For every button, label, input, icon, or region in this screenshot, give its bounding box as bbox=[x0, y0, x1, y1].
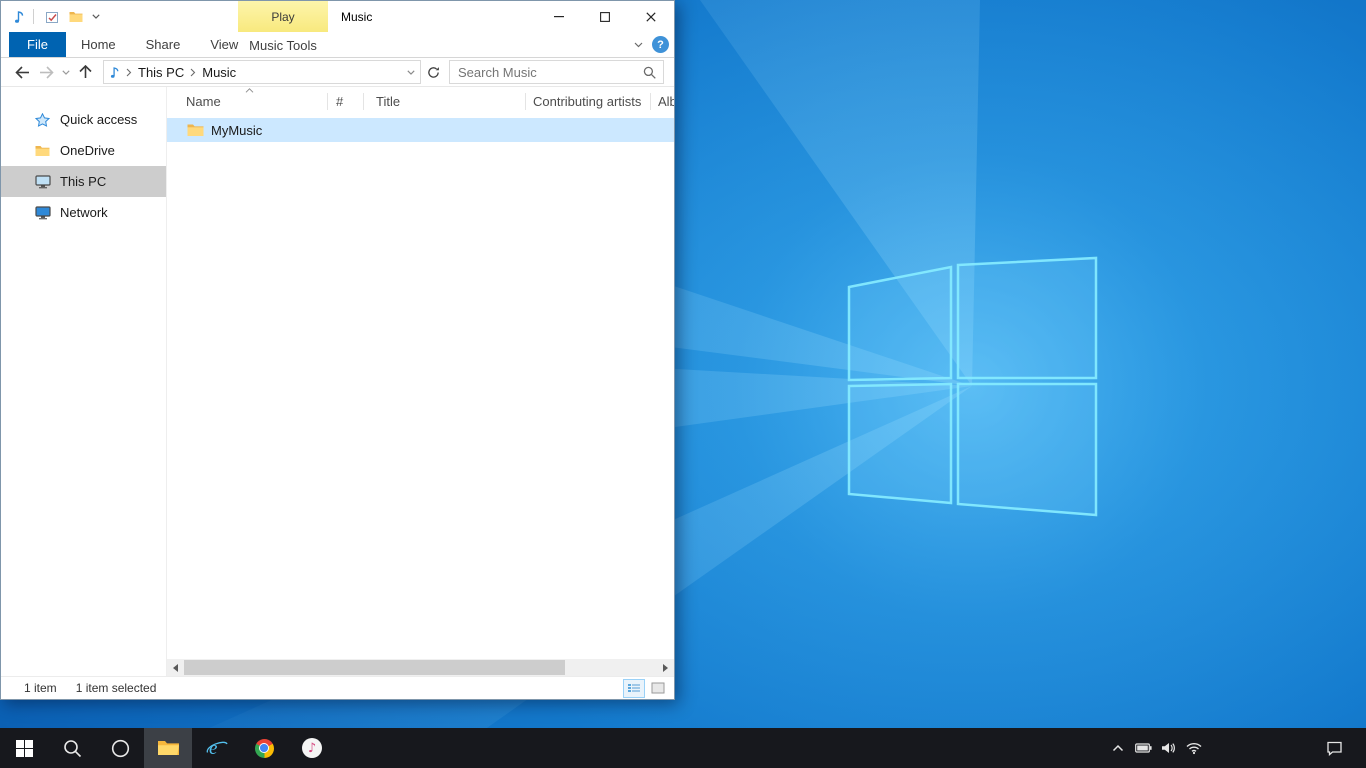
new-folder-button[interactable] bbox=[64, 4, 88, 30]
sidebar-item-network[interactable]: Network bbox=[1, 197, 166, 228]
speaker-icon[interactable] bbox=[1156, 728, 1180, 768]
qat-dropdown-button[interactable] bbox=[88, 4, 103, 30]
caption-buttons bbox=[536, 1, 674, 32]
column-header-contributing-artists[interactable]: Contributing artists bbox=[526, 93, 651, 110]
breadcrumb-music[interactable]: Music bbox=[198, 65, 240, 80]
wifi-icon[interactable] bbox=[1180, 728, 1208, 768]
column-header-name[interactable]: Name bbox=[167, 93, 328, 110]
quick-access-star-icon bbox=[34, 113, 51, 127]
sidebar-item-label: This PC bbox=[60, 174, 106, 189]
sidebar-item-label: Quick access bbox=[60, 112, 137, 127]
action-center-icon[interactable] bbox=[1312, 728, 1356, 768]
internet-explorer-button[interactable]: e bbox=[192, 728, 240, 768]
file-explorer-window: Play Music File Home Share View Music To bbox=[0, 0, 675, 700]
taskbar-file-explorer-button[interactable] bbox=[144, 728, 192, 768]
address-bar[interactable]: This PC Music bbox=[103, 60, 421, 84]
up-button[interactable] bbox=[73, 60, 97, 84]
item-count: 1 item bbox=[24, 681, 57, 695]
cortana-circle-icon bbox=[111, 739, 130, 758]
onedrive-folder-icon bbox=[34, 145, 51, 157]
file-row-mymusic[interactable]: MyMusic bbox=[167, 118, 674, 142]
search-input[interactable] bbox=[450, 65, 635, 80]
itunes-button[interactable]: ♪ bbox=[288, 728, 336, 768]
internet-explorer-icon: e bbox=[205, 737, 228, 759]
battery-icon[interactable] bbox=[1130, 728, 1156, 768]
file-name: MyMusic bbox=[211, 123, 262, 138]
address-dropdown-button[interactable] bbox=[402, 61, 420, 83]
help-button[interactable]: ? bbox=[652, 36, 669, 53]
address-music-icon bbox=[104, 66, 124, 79]
horizontal-scrollbar[interactable] bbox=[167, 659, 674, 676]
explorer-main: Quick access OneDrive This PC bbox=[1, 87, 674, 676]
refresh-button[interactable] bbox=[422, 60, 444, 84]
tray-chevron-up-icon[interactable] bbox=[1106, 728, 1130, 768]
taskbar-search-button[interactable] bbox=[48, 728, 96, 768]
tab-file[interactable]: File bbox=[9, 32, 66, 57]
back-button[interactable] bbox=[10, 60, 34, 84]
search-icon[interactable] bbox=[635, 61, 663, 83]
breadcrumb-this-pc[interactable]: This PC bbox=[134, 65, 188, 80]
itunes-music-note-icon: ♪ bbox=[302, 738, 322, 758]
file-list-area: Name # Title Contributing artists Alb My… bbox=[167, 87, 674, 676]
windows-logo-icon bbox=[16, 740, 33, 757]
scroll-left-button[interactable] bbox=[167, 659, 184, 676]
contextual-tab-group: Play bbox=[238, 1, 328, 32]
expand-ribbon-button[interactable] bbox=[629, 37, 647, 53]
column-header-album[interactable]: Alb bbox=[651, 93, 674, 110]
search-icon bbox=[63, 739, 82, 758]
qat-divider bbox=[33, 9, 34, 24]
maximize-button[interactable] bbox=[582, 1, 628, 32]
properties-button[interactable] bbox=[40, 4, 64, 30]
title-bar: Play Music bbox=[1, 1, 674, 32]
quick-access-toolbar bbox=[1, 1, 103, 32]
recent-locations-button[interactable] bbox=[58, 60, 73, 84]
svg-text:e: e bbox=[209, 738, 217, 759]
file-explorer-folder-icon bbox=[157, 739, 180, 757]
column-header-title[interactable]: Title bbox=[364, 93, 526, 110]
desktop: Play Music File Home Share View Music To bbox=[0, 0, 1366, 768]
breadcrumb-chevron-icon bbox=[124, 68, 134, 77]
windows-logo-icon bbox=[849, 258, 1096, 515]
network-icon bbox=[34, 205, 51, 220]
sort-ascending-icon bbox=[245, 88, 254, 93]
chrome-icon bbox=[255, 739, 274, 758]
navigation-bar: This PC Music bbox=[1, 58, 674, 87]
details-view-button[interactable] bbox=[623, 679, 645, 698]
breadcrumb-chevron-icon bbox=[188, 68, 198, 77]
window-title: Music bbox=[341, 1, 372, 32]
system-tray bbox=[1106, 728, 1366, 768]
this-pc-monitor-icon bbox=[34, 174, 51, 189]
sidebar-item-quick-access[interactable]: Quick access bbox=[1, 104, 166, 135]
sidebar-item-onedrive[interactable]: OneDrive bbox=[1, 135, 166, 166]
sidebar-item-this-pc[interactable]: This PC bbox=[1, 166, 166, 197]
music-note-app-icon bbox=[8, 10, 30, 24]
selection-summary: 1 item selected bbox=[76, 681, 157, 695]
sidebar-item-label: Network bbox=[60, 205, 108, 220]
column-headers: Name # Title Contributing artists Alb bbox=[167, 87, 674, 115]
forward-button[interactable] bbox=[34, 60, 58, 84]
contextual-group-label: Play bbox=[271, 10, 294, 24]
tab-music-tools[interactable]: Music Tools bbox=[238, 32, 328, 58]
sidebar-item-label: OneDrive bbox=[60, 143, 115, 158]
search-box bbox=[449, 60, 664, 84]
navigation-pane: Quick access OneDrive This PC bbox=[1, 87, 167, 676]
large-icons-view-button[interactable] bbox=[647, 679, 669, 698]
status-bar: 1 item 1 item selected bbox=[1, 676, 674, 699]
tab-home[interactable]: Home bbox=[66, 32, 131, 57]
scrollbar-thumb[interactable] bbox=[184, 660, 565, 675]
minimize-button[interactable] bbox=[536, 1, 582, 32]
chrome-button[interactable] bbox=[240, 728, 288, 768]
folder-icon bbox=[187, 123, 204, 137]
tab-share[interactable]: Share bbox=[131, 32, 196, 57]
ribbon-tab-row: File Home Share View Music Tools ? bbox=[1, 32, 674, 58]
cortana-button[interactable] bbox=[96, 728, 144, 768]
column-header-number[interactable]: # bbox=[328, 93, 364, 110]
view-buttons bbox=[623, 679, 669, 698]
scroll-right-button[interactable] bbox=[657, 659, 674, 676]
close-button[interactable] bbox=[628, 1, 674, 32]
help-glyph: ? bbox=[657, 39, 664, 51]
start-button[interactable] bbox=[0, 728, 48, 768]
taskbar: e ♪ bbox=[0, 728, 1366, 768]
